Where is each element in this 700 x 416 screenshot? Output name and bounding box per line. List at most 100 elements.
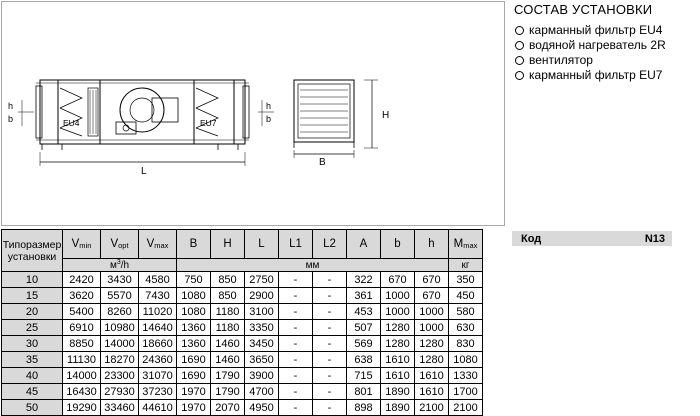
table-cell: - bbox=[278, 399, 313, 416]
label-height-h: H bbox=[382, 110, 389, 121]
table-cell: 3350 bbox=[244, 319, 279, 336]
table-cell: 1280 bbox=[414, 351, 449, 368]
col-l1: L1 bbox=[278, 229, 313, 259]
size-cell: 10 bbox=[1, 271, 63, 288]
size-cell: 50 bbox=[1, 399, 63, 416]
size-cell: 20 bbox=[1, 303, 63, 320]
table-cell: - bbox=[312, 335, 347, 352]
unit-drawing: h b h b EU4 EU7 L B H bbox=[8, 79, 389, 177]
table-cell: - bbox=[312, 319, 347, 336]
table-cell: 1180 bbox=[210, 303, 245, 320]
table-cell: 1610 bbox=[380, 351, 415, 368]
table-cell: 850 bbox=[210, 271, 245, 288]
table-cell: - bbox=[278, 335, 313, 352]
table-cell: 670 bbox=[380, 271, 415, 288]
table-cell: 801 bbox=[346, 383, 381, 400]
table-cell: 2420 bbox=[62, 271, 101, 288]
table-cell: 37230 bbox=[138, 383, 177, 400]
table-row: 20 5400 8260 11020 1080 1180 3100- -453 1000 1000… bbox=[1, 303, 483, 320]
col-h-lower: h bbox=[414, 229, 449, 259]
table-cell: 1080 bbox=[448, 351, 483, 368]
size-cell: 15 bbox=[1, 287, 63, 304]
table-cell: 361 bbox=[346, 287, 381, 304]
spec-table: Типоразмер установки Vmin Vopt Vmax B H … bbox=[1, 229, 483, 416]
table-cell: 3620 bbox=[62, 287, 101, 304]
table-cell: 24360 bbox=[138, 351, 177, 368]
composition-item: вентилятор bbox=[514, 53, 694, 68]
table-cell: 3650 bbox=[244, 351, 279, 368]
label-h-left: h bbox=[8, 101, 13, 111]
table-cell: 4700 bbox=[244, 383, 279, 400]
table-cell: 1280 bbox=[380, 335, 415, 352]
table-cell: 18270 bbox=[100, 351, 139, 368]
label-filter-eu7: EU7 bbox=[200, 118, 217, 128]
table-cell: 1000 bbox=[380, 287, 415, 304]
table-cell: 8260 bbox=[100, 303, 139, 320]
table-cell: - bbox=[278, 383, 313, 400]
composition-item: карманный фильтр EU4 bbox=[514, 23, 694, 38]
table-cell: 670 bbox=[414, 287, 449, 304]
type-header: Типоразмер установки bbox=[1, 229, 63, 272]
label-filter-eu4: EU4 bbox=[63, 118, 80, 128]
table-cell: 3100 bbox=[244, 303, 279, 320]
label-width-b: B bbox=[319, 157, 326, 168]
table-cell: - bbox=[278, 303, 313, 320]
table-row: 15 3620 5570 7430 1080 850 2900- -361 1000 670 450 bbox=[1, 287, 483, 304]
table-cell: 27930 bbox=[100, 383, 139, 400]
table-cell: 2900 bbox=[244, 287, 279, 304]
table-cell: 1970 bbox=[176, 383, 211, 400]
table-cell: 630 bbox=[448, 319, 483, 336]
table-cell: 33460 bbox=[100, 399, 139, 416]
code-value: N13 bbox=[644, 232, 665, 245]
table-row: 40 14000 23300 31070 1690 1790 3900- -715 1610 16… bbox=[1, 367, 483, 384]
table-cell: 898 bbox=[346, 399, 381, 416]
table-cell: 3450 bbox=[244, 335, 279, 352]
table-cell: 580 bbox=[448, 303, 483, 320]
table-cell: - bbox=[312, 303, 347, 320]
size-cell: 45 bbox=[1, 383, 63, 400]
table-cell: - bbox=[278, 271, 313, 288]
table-cell: - bbox=[278, 367, 313, 384]
table-cell: - bbox=[278, 351, 313, 368]
table-cell: 1360 bbox=[176, 319, 211, 336]
label-b-left: b bbox=[8, 114, 13, 124]
table-cell: 16430 bbox=[62, 383, 101, 400]
code-label: Код bbox=[521, 232, 542, 245]
table-cell: 1690 bbox=[176, 367, 211, 384]
table-cell: 1790 bbox=[210, 367, 245, 384]
composition-panel: СОСТАВ УСТАНОВКИ карманный фильтр EU4 во… bbox=[514, 2, 694, 83]
table-cell: - bbox=[312, 351, 347, 368]
table-row: 35 11130 18270 24360 1690 1460 3650- -638 1610 12… bbox=[1, 351, 483, 368]
size-cell: 25 bbox=[1, 319, 63, 336]
table-cell: 44610 bbox=[138, 399, 177, 416]
table-cell: 450 bbox=[448, 287, 483, 304]
size-cell: 30 bbox=[1, 335, 63, 352]
table-cell: 1360 bbox=[176, 335, 211, 352]
table-cell: 1000 bbox=[414, 319, 449, 336]
table-cell: 1280 bbox=[414, 335, 449, 352]
table-cell: - bbox=[278, 287, 313, 304]
table-cell: 5400 bbox=[62, 303, 101, 320]
table-cell: 350 bbox=[448, 271, 483, 288]
composition-item: карманный фильтр EU7 bbox=[514, 68, 694, 83]
table-cell: 453 bbox=[346, 303, 381, 320]
table-cell: 7430 bbox=[138, 287, 177, 304]
label-length-l: L bbox=[141, 166, 147, 177]
table-cell: 1700 bbox=[448, 383, 483, 400]
col-vmin: Vmin bbox=[62, 229, 101, 259]
table-cell: - bbox=[312, 287, 347, 304]
table-row: 30 8850 14000 18660 1360 1460 3450- -569 1280 128… bbox=[1, 335, 483, 352]
circle-bullet-icon bbox=[515, 71, 524, 80]
circle-bullet-icon bbox=[515, 56, 524, 65]
table-cell: 569 bbox=[346, 335, 381, 352]
table-cell: 1460 bbox=[210, 351, 245, 368]
table-cell: 1080 bbox=[176, 287, 211, 304]
spec-table-body: 10 2420 3430 4580 750 850 2750- -322 670 670 350 15… bbox=[1, 271, 483, 416]
unit-dimensions: мм bbox=[176, 258, 449, 272]
table-cell: 850 bbox=[210, 287, 245, 304]
drawing-frame: h b h b EU4 EU7 L B H bbox=[1, 1, 505, 226]
col-h-upper: H bbox=[210, 229, 245, 259]
table-cell: 1890 bbox=[380, 383, 415, 400]
composition-heading: СОСТАВ УСТАНОВКИ bbox=[514, 2, 653, 17]
col-a: A bbox=[346, 229, 381, 259]
